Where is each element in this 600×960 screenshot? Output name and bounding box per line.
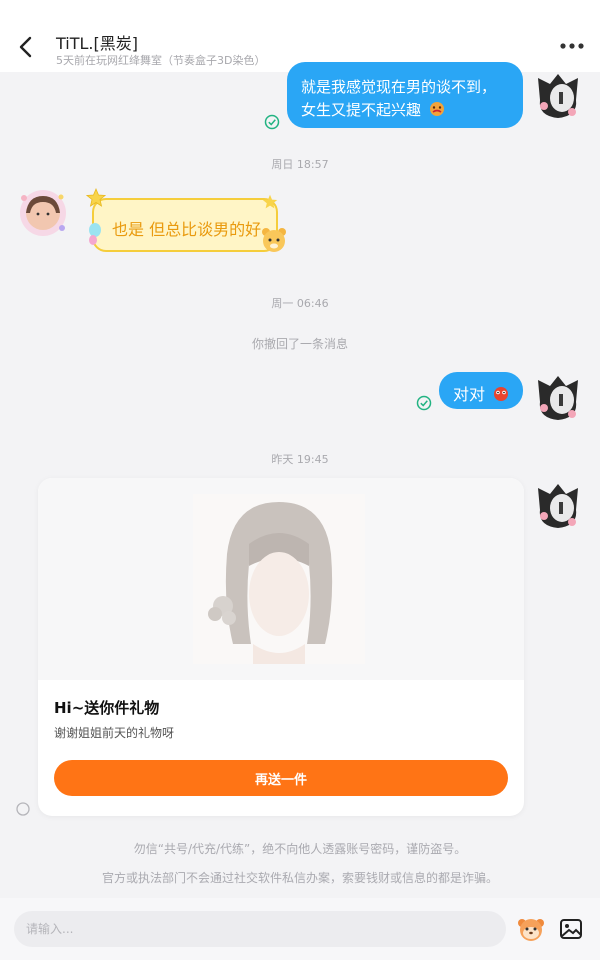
message-input[interactable]: [14, 911, 506, 947]
message-text: 女生又提不起兴趣: [301, 101, 422, 119]
balloon-decoration-icon: [89, 223, 101, 245]
emoji-icon: [494, 387, 509, 401]
gift-card[interactable]: Hi~送你件礼物 谢谢姐姐前天的礼物呀 再送一件: [38, 478, 524, 816]
contact-message-bubble[interactable]: 也是 但总比谈男的好: [92, 198, 278, 252]
timestamp: 周日 18:57: [271, 158, 329, 171]
recall-notice: 你撤回了一条消息: [251, 337, 348, 351]
my-message-bubble[interactable]: 对对: [439, 372, 523, 409]
gift-card-title: Hi~送你件礼物: [54, 699, 160, 717]
chat-header: TiTL.[黑炭] 5天前在玩网红绛舞室（节奏盒子3D染色）: [0, 0, 600, 72]
my-avatar[interactable]: [532, 372, 584, 424]
timestamp: 昨天 19:45: [271, 453, 329, 466]
more-options-icon[interactable]: [558, 38, 586, 54]
sending-status-icon: [16, 802, 30, 816]
emoji-icon: [429, 102, 444, 116]
gift-card-subtitle: 谢谢姐姐前天的礼物呀: [54, 726, 175, 740]
contact-name[interactable]: TiTL.[黑炭]: [56, 30, 138, 54]
contact-avatar[interactable]: [18, 188, 68, 238]
star-decoration-icon: [262, 194, 278, 209]
star-decoration-icon: [86, 188, 106, 207]
fraud-notice: 官方或执法部门不会通过社交软件私信办案，索要钱财或信息的都是诈骗。: [101, 871, 498, 885]
gift-image-area: [38, 478, 524, 680]
message-text: 就是我感觉现在男的谈不到，: [301, 78, 497, 96]
my-message-bubble[interactable]: 就是我感觉现在男的谈不到， 女生又提不起兴趣: [287, 62, 523, 128]
read-check-icon: [264, 114, 280, 130]
composer-bar: [0, 898, 600, 960]
send-another-gift-button[interactable]: 再送一件: [54, 760, 508, 796]
my-avatar[interactable]: [532, 480, 584, 532]
back-arrow-icon[interactable]: [14, 34, 38, 60]
bear-sticker-icon: [262, 228, 286, 252]
message-text: 对对: [453, 385, 486, 404]
safety-notice: 勿信“共号/代充/代练”，绝不向他人透露账号密码，谨防盗号。: [133, 842, 467, 856]
contact-status: 5天前在玩网红绛舞室（节奏盒子3D染色）: [56, 54, 266, 67]
my-avatar[interactable]: [532, 70, 584, 122]
timestamp: 周一 06:46: [271, 297, 329, 310]
image-picker-icon[interactable]: [559, 917, 583, 941]
gift-hairstyle-image: [193, 494, 365, 664]
emoji-picker-icon[interactable]: [517, 916, 545, 942]
message-text: 也是 但总比谈男的好: [112, 220, 262, 239]
read-check-icon: [416, 395, 432, 411]
